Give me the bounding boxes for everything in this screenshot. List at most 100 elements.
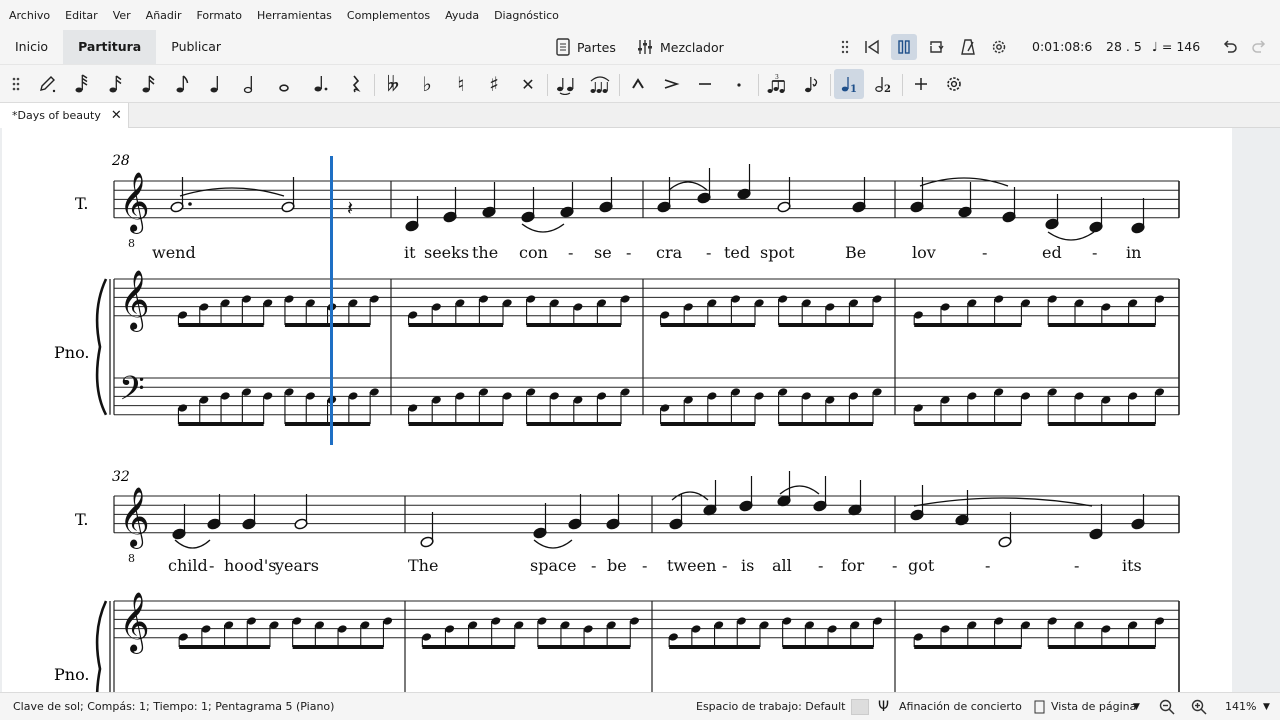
- quarter-note-icon[interactable]: [201, 69, 231, 99]
- lyric-syllable[interactable]: tween: [667, 556, 716, 575]
- score-page[interactable]: 28 T. Pno. 32 T. Pno. 𝄞 8 𝄞 𝄢 𝄞 8 𝄞 𝄽 wend it see…: [2, 128, 1232, 721]
- score-canvas[interactable]: 28 T. Pno. 32 T. Pno. 𝄞8𝄞𝄢𝄞8𝄞𝄽 wend it see…: [2, 128, 1232, 721]
- lyric-syllable[interactable]: The: [408, 556, 438, 575]
- 64th-note-icon[interactable]: [66, 69, 96, 99]
- 16th-note-icon[interactable]: [133, 69, 163, 99]
- zoom-in-icon[interactable]: [1191, 693, 1207, 721]
- dot-icon[interactable]: [306, 69, 336, 99]
- lyric-syllable[interactable]: -: [722, 556, 727, 575]
- lyric-syllable[interactable]: -: [706, 243, 711, 262]
- playback-grip-icon[interactable]: [832, 30, 858, 64]
- lyric-syllable[interactable]: spot: [760, 243, 795, 262]
- lyric-syllable[interactable]: ed: [1042, 243, 1062, 262]
- menu-ver[interactable]: Ver: [113, 9, 131, 22]
- lyric-syllable[interactable]: years: [274, 556, 319, 575]
- document-tab[interactable]: *Days of beauty ✕: [0, 103, 129, 128]
- tuplet-icon[interactable]: 3: [762, 69, 792, 99]
- sharp-icon[interactable]: ♯: [479, 69, 509, 99]
- lyric-syllable[interactable]: -: [1092, 243, 1097, 262]
- playback-settings-icon[interactable]: [986, 30, 1012, 64]
- menu-herramientas[interactable]: Herramientas: [257, 9, 332, 22]
- tenuto-icon[interactable]: [690, 69, 720, 99]
- lyric-syllable[interactable]: be: [607, 556, 627, 575]
- menu-editar[interactable]: Editar: [65, 9, 98, 22]
- tie-icon[interactable]: [551, 69, 581, 99]
- loop-icon[interactable]: [923, 30, 949, 64]
- view-mode-select[interactable]: Vista de página: [1051, 693, 1136, 721]
- lyric-syllable[interactable]: cra: [656, 243, 683, 262]
- lyric-syllable[interactable]: -: [642, 556, 647, 575]
- lyric-syllable[interactable]: lov: [912, 243, 936, 262]
- lyric-syllable[interactable]: -: [626, 243, 631, 262]
- natural-icon[interactable]: ♮: [446, 69, 476, 99]
- close-icon[interactable]: ✕: [111, 108, 122, 123]
- lyric-syllable[interactable]: con: [519, 243, 548, 262]
- mixer-button[interactable]: Mezclador: [636, 30, 724, 64]
- lyric-syllable[interactable]: -: [1074, 556, 1079, 575]
- double-sharp-icon[interactable]: ✕: [513, 69, 543, 99]
- lyric-syllable[interactable]: seeks: [424, 243, 469, 262]
- zoom-level[interactable]: 141%: [1225, 693, 1256, 721]
- double-flat-icon[interactable]: 𝄫: [378, 69, 408, 99]
- lyric-syllable[interactable]: Be: [845, 243, 866, 262]
- customize-icon[interactable]: [939, 69, 969, 99]
- score-view[interactable]: 28 T. Pno. 32 T. Pno. 𝄞 8 𝄞 𝄢 𝄞 8 𝄞 𝄽 wend it see…: [0, 128, 1280, 721]
- lyric-syllable[interactable]: child: [168, 556, 208, 575]
- lyric-syllable[interactable]: ted: [724, 243, 750, 262]
- concert-pitch-label[interactable]: Afinación de concierto: [899, 693, 1022, 721]
- grip-icon[interactable]: [1, 69, 31, 99]
- half-note-icon[interactable]: [235, 69, 265, 99]
- menu-anadir[interactable]: Añadir: [146, 9, 182, 22]
- lyric-syllable[interactable]: -: [985, 556, 990, 575]
- lyric-syllable[interactable]: -: [892, 556, 897, 575]
- lyric-syllable[interactable]: it: [404, 243, 416, 262]
- staccato-icon[interactable]: [724, 69, 754, 99]
- redo-icon[interactable]: [1246, 30, 1272, 64]
- whole-note-icon[interactable]: [269, 69, 299, 99]
- voice-2-icon[interactable]: 2: [868, 69, 898, 99]
- lyric-syllable[interactable]: got: [908, 556, 935, 575]
- menu-diagnostico[interactable]: Diagnóstico: [494, 9, 559, 22]
- accent-icon[interactable]: [656, 69, 686, 99]
- menu-formato[interactable]: Formato: [196, 9, 242, 22]
- eighth-note-icon[interactable]: [167, 69, 197, 99]
- tab-score[interactable]: Partitura: [63, 30, 157, 64]
- lyric-syllable[interactable]: se: [594, 243, 612, 262]
- lyric-syllable[interactable]: -: [818, 556, 823, 575]
- concert-pitch-checkbox[interactable]: [851, 699, 869, 715]
- lyric-syllable[interactable]: for: [841, 556, 865, 575]
- parts-button[interactable]: Partes: [555, 30, 616, 64]
- slur-icon[interactable]: [585, 69, 615, 99]
- menu-complementos[interactable]: Complementos: [347, 9, 430, 22]
- lyric-syllable[interactable]: -: [568, 243, 573, 262]
- chevron-down-icon[interactable]: ▼: [1133, 693, 1140, 721]
- lyric-syllable[interactable]: the: [472, 243, 498, 262]
- zoom-out-icon[interactable]: [1159, 693, 1175, 721]
- menu-ayuda[interactable]: Ayuda: [445, 9, 479, 22]
- workspace-selector[interactable]: Espacio de trabajo: Default: [696, 693, 845, 721]
- marcato-icon[interactable]: [623, 69, 653, 99]
- lyric-syllable[interactable]: all: [772, 556, 792, 575]
- lyric-syllable[interactable]: -: [982, 243, 987, 262]
- metronome-icon[interactable]: [955, 30, 981, 64]
- voice-1-icon[interactable]: 1: [834, 69, 864, 99]
- lyric-syllable[interactable]: its: [1122, 556, 1142, 575]
- rest-icon[interactable]: [340, 69, 370, 99]
- rewind-icon[interactable]: [859, 30, 885, 64]
- lyric-syllable[interactable]: wend: [152, 243, 196, 262]
- play-pause-icon[interactable]: [891, 34, 917, 60]
- lyric-syllable[interactable]: -: [209, 556, 214, 575]
- add-icon[interactable]: [906, 69, 936, 99]
- lyric-syllable[interactable]: hood's: [224, 556, 276, 575]
- tab-home[interactable]: Inicio: [0, 30, 63, 64]
- 32nd-note-icon[interactable]: [100, 69, 130, 99]
- tab-publish[interactable]: Publicar: [156, 30, 236, 64]
- flip-icon[interactable]: [796, 69, 826, 99]
- flat-icon[interactable]: ♭: [412, 69, 442, 99]
- note-input-pencil-icon[interactable]: [32, 69, 62, 99]
- lyric-syllable[interactable]: space: [530, 556, 576, 575]
- lyric-syllable[interactable]: in: [1126, 243, 1141, 262]
- chevron-down-icon[interactable]: ▼: [1263, 693, 1270, 721]
- lyric-syllable[interactable]: -: [591, 556, 596, 575]
- lyric-syllable[interactable]: is: [741, 556, 754, 575]
